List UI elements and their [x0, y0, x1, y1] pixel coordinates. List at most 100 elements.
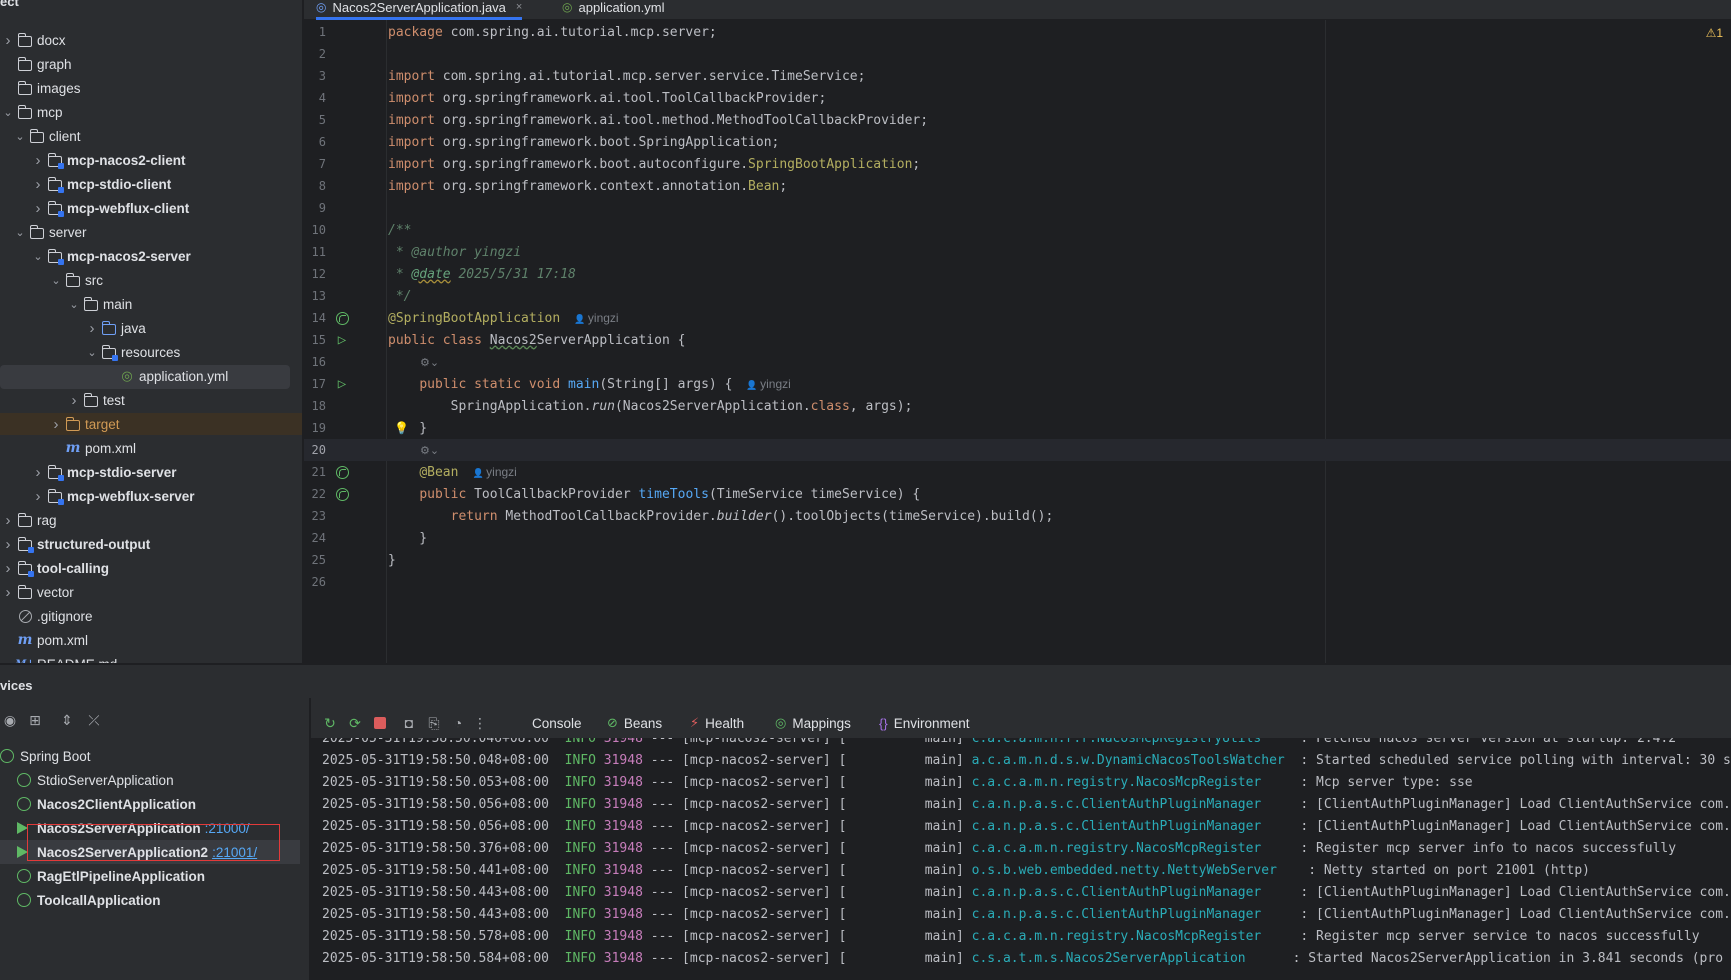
console-output[interactable]: 2025-05-31T19:58:50.046+08:00 INFO 31948…: [311, 738, 1731, 980]
camera-icon[interactable]: ◘: [398, 712, 420, 734]
inlay-settings-icon[interactable]: ⚙⌄: [420, 444, 439, 457]
run-icon[interactable]: ▷: [334, 376, 350, 392]
service-app-item[interactable]: StdioServerApplication: [0, 768, 300, 792]
chevron-down-icon[interactable]: ⌄: [30, 248, 46, 264]
tree-item[interactable]: m pom.xml: [0, 629, 302, 651]
chevron-right-icon[interactable]: ›: [0, 512, 16, 529]
code-line[interactable]: 14 @SpringBootApplication 👤 yingzi: [304, 307, 1731, 329]
tree-item[interactable]: › docx: [0, 29, 302, 51]
tree-item[interactable]: ⌄ client: [0, 125, 302, 147]
tree-item[interactable]: › vector: [0, 581, 302, 603]
chevron-down-icon[interactable]: ⌄: [66, 296, 82, 312]
chevron-right-icon[interactable]: ›: [0, 536, 16, 553]
tree-item[interactable]: ⌄ server: [0, 221, 302, 243]
tab-beans[interactable]: ⊘ Beans: [607, 712, 662, 734]
code-line[interactable]: 9: [304, 197, 1731, 219]
code-line[interactable]: 17 ▷ public static void main(String[] arg…: [304, 373, 1731, 395]
chevron-right-icon[interactable]: ›: [0, 584, 16, 601]
tree-item[interactable]: › target: [0, 413, 302, 435]
chevron-down-icon[interactable]: ⌄: [0, 104, 16, 120]
tab-console[interactable]: Console: [532, 712, 582, 734]
expand-all-icon[interactable]: ⇕: [57, 710, 77, 730]
tree-item[interactable]: › mcp-webflux-server: [0, 485, 302, 507]
log-cls[interactable]: ClientAuthPluginManager: [1081, 819, 1261, 834]
tree-item[interactable]: ⌄ mcp-nacos2-server: [0, 245, 302, 267]
tab-environment[interactable]: {} Environment: [879, 712, 969, 734]
run-icon[interactable]: ▷: [334, 332, 350, 348]
tree-item[interactable]: › mcp-stdio-server: [0, 461, 302, 483]
tree-item[interactable]: › tool-calling: [0, 557, 302, 579]
code-line[interactable]: 15 ▷ public class Nacos2ServerApplication …: [304, 329, 1731, 351]
code-line[interactable]: 4 import org.springframework.ai.tool.Tool…: [304, 87, 1731, 109]
tree-item[interactable]: › rag: [0, 509, 302, 531]
code-line[interactable]: 20 ⚙⌄: [304, 439, 1731, 461]
spring-bean-icon[interactable]: [334, 310, 350, 326]
code-editor[interactable]: ⚠1 1 package com.spring.ai.tutorial.mcp.s…: [304, 20, 1731, 663]
chevron-right-icon[interactable]: ›: [30, 464, 46, 481]
tree-item[interactable]: ◎ application.yml: [0, 365, 302, 389]
service-app-item[interactable]: RagEtlPipelineApplication: [0, 864, 300, 888]
log-cls[interactable]: ClientAuthPluginManager: [1081, 907, 1261, 922]
spring-bean-icon[interactable]: [334, 486, 350, 502]
tab-nacos2-server-application[interactable]: ◎ Nacos2ServerApplication.java ×: [316, 0, 523, 20]
services-root-spring-boot[interactable]: Spring Boot: [0, 744, 300, 768]
tree-item[interactable]: › test: [0, 389, 302, 411]
service-app-item[interactable]: ToolcallApplication: [0, 888, 300, 912]
inlay-settings-icon[interactable]: ⚙⌄: [420, 356, 439, 369]
service-app-item[interactable]: Nacos2ClientApplication: [0, 792, 300, 816]
rerun-icon[interactable]: ↻: [319, 712, 341, 734]
code-line[interactable]: 16 ⚙⌄: [304, 351, 1731, 373]
code-line[interactable]: 21 @Bean 👤 yingzi: [304, 461, 1731, 483]
code-line[interactable]: 26: [304, 571, 1731, 593]
log-cls[interactable]: ClientAuthPluginManager: [1081, 885, 1261, 900]
chevron-down-icon[interactable]: ⌄: [48, 272, 64, 288]
code-line[interactable]: 13 */: [304, 285, 1731, 307]
tree-item[interactable]: › structured-output: [0, 533, 302, 555]
log-cls[interactable]: Nacos2ServerApplication: [1066, 951, 1246, 966]
log-cls[interactable]: NacosMcpRegister: [1136, 929, 1261, 944]
code-line[interactable]: 10 /**: [304, 219, 1731, 241]
log-cls[interactable]: NacosMcpRegister: [1136, 841, 1261, 856]
code-line[interactable]: 22 public ToolCallbackProvider timeTools…: [304, 483, 1731, 505]
chevron-right-icon[interactable]: ›: [0, 560, 16, 577]
tree-item[interactable]: M↓README.md: [0, 653, 302, 664]
code-line[interactable]: 11 * @author yingzi: [304, 241, 1731, 263]
add-service-icon[interactable]: ⊞: [25, 710, 45, 730]
stop-button[interactable]: [369, 712, 391, 734]
log-cls[interactable]: ClientAuthPluginManager: [1081, 797, 1261, 812]
tree-item[interactable]: images: [0, 77, 302, 99]
tree-item[interactable]: › mcp-stdio-client: [0, 173, 302, 195]
tree-item[interactable]: ⌄ main: [0, 293, 302, 315]
tree-item[interactable]: ⌄ mcp: [0, 101, 302, 123]
log-cls[interactable]: NacosMcpRegister: [1136, 775, 1261, 790]
chevron-down-icon[interactable]: ⌄: [12, 128, 28, 144]
code-line[interactable]: 2: [304, 43, 1731, 65]
spring-bean-icon[interactable]: [334, 464, 350, 480]
chevron-right-icon[interactable]: ›: [66, 392, 82, 409]
author-inlay-hint[interactable]: 👤 yingzi: [472, 465, 516, 479]
log-cls[interactable]: NacosMcpRegistryUtils: [1097, 738, 1261, 746]
chevron-right-icon[interactable]: ›: [30, 152, 46, 169]
tree-item[interactable]: graph: [0, 53, 302, 75]
tree-item[interactable]: › mcp-nacos2-client: [0, 149, 302, 171]
chevron-right-icon[interactable]: ›: [30, 176, 46, 193]
code-line[interactable]: 5 import org.springframework.ai.tool.meth…: [304, 109, 1731, 131]
services-title[interactable]: vices: [0, 678, 33, 693]
close-icon[interactable]: ×: [516, 1, 522, 13]
tree-item[interactable]: ⌄ src: [0, 269, 302, 291]
chevron-right-icon[interactable]: ›: [0, 32, 16, 49]
chevron-right-icon[interactable]: ›: [48, 416, 64, 433]
code-line[interactable]: 6 import org.springframework.boot.SpringA…: [304, 131, 1731, 153]
tree-item[interactable]: › java: [0, 317, 302, 339]
code-line[interactable]: 8 import org.springframework.context.anno…: [304, 175, 1731, 197]
code-line[interactable]: 12 * @date 2025/5/31 17:18: [304, 263, 1731, 285]
code-line[interactable]: 25}: [304, 549, 1731, 571]
code-line[interactable]: 7 import org.springframework.boot.autocon…: [304, 153, 1731, 175]
eye-icon[interactable]: ◉: [0, 710, 20, 730]
code-line[interactable]: 19 💡 }: [304, 417, 1731, 439]
chevron-right-icon[interactable]: ›: [30, 200, 46, 217]
chevron-right-icon[interactable]: ›: [30, 488, 46, 505]
author-inlay-hint[interactable]: 👤 yingzi: [746, 377, 790, 391]
log-cls[interactable]: DynamicNacosToolsWatcher: [1097, 753, 1285, 768]
code-line[interactable]: 24 }: [304, 527, 1731, 549]
